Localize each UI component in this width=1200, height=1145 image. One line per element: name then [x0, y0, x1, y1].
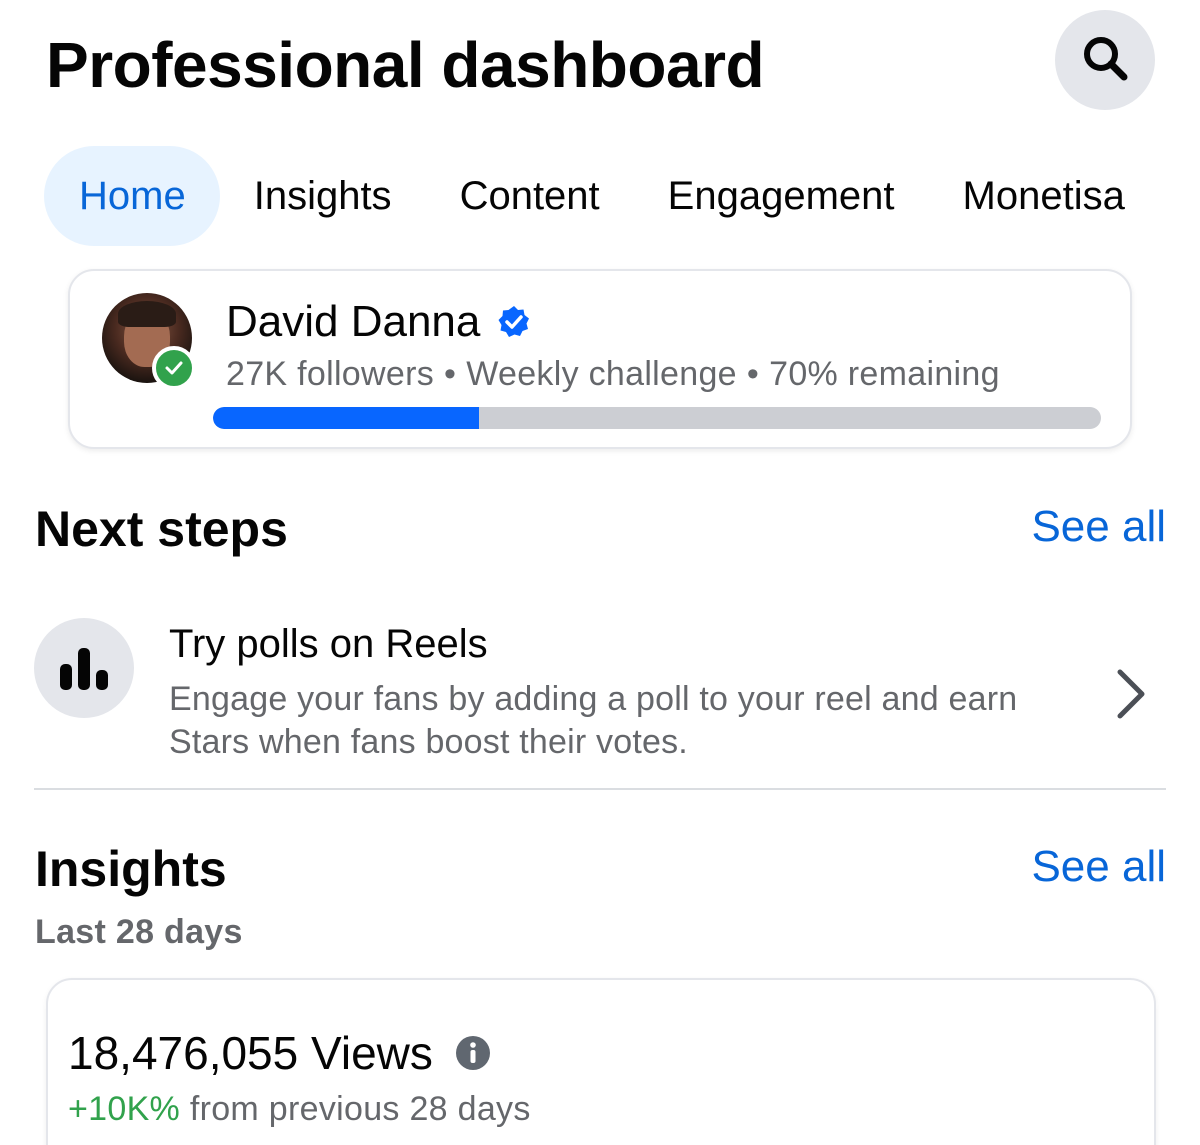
views-change-percent: +10K%: [68, 1090, 181, 1128]
profile-name: David Danna: [226, 297, 481, 346]
search-button[interactable]: [1055, 10, 1155, 110]
views-value: 18,476,055 Views: [68, 1027, 433, 1079]
views-change-text: from previous 28 days: [189, 1090, 531, 1128]
tab-engagement[interactable]: Engagement: [634, 146, 929, 246]
tab-home[interactable]: Home: [44, 146, 220, 246]
challenge-remaining: 70% remaining: [769, 355, 1000, 393]
next-step-description: Engage your fans by adding a poll to you…: [169, 680, 1018, 761]
chevron-right-icon[interactable]: [1114, 668, 1148, 725]
views-value-row: 18,476,055 Views: [68, 1026, 491, 1080]
challenge-progress-fill: [213, 407, 480, 429]
challenge-label: Weekly challenge: [466, 355, 737, 393]
bar-chart-icon: [34, 618, 134, 718]
insights-period: Last 28 days: [35, 913, 243, 951]
profile-meta: 27K followers • Weekly challenge • 70% remai…: [226, 355, 1000, 394]
tab-content[interactable]: Content: [426, 146, 634, 246]
verified-badge-icon: [496, 304, 532, 340]
avatar-hair: [118, 301, 176, 327]
next-steps-title: Next steps: [35, 501, 288, 557]
followers-count: 27K followers: [226, 355, 434, 393]
profile-card[interactable]: David Danna 27K followers • Weekly challen…: [68, 269, 1132, 449]
separator-dot: •: [444, 355, 457, 393]
views-card[interactable]: 18,476,055 Views +10K% from previous 28 …: [46, 978, 1156, 1145]
views-change: +10K% from previous 28 days: [68, 1090, 531, 1129]
insights-title: Insights: [35, 841, 227, 897]
next-steps-see-all-link[interactable]: See all: [1031, 502, 1166, 552]
tab-bar: Home Insights Content Engagement Monetis…: [44, 146, 1159, 246]
profile-name-row: David Danna: [226, 297, 532, 347]
online-check-icon: [152, 346, 196, 390]
next-step-item[interactable]: Try polls on Reels Engage your fans by a…: [34, 618, 1166, 788]
tab-monetisation[interactable]: Monetisa: [929, 146, 1159, 246]
tab-insights[interactable]: Insights: [220, 146, 426, 246]
info-icon[interactable]: [455, 1035, 491, 1071]
separator-dot: •: [746, 355, 760, 393]
challenge-progress-bar: [213, 407, 1101, 429]
divider: [34, 788, 1166, 790]
next-step-title: Try polls on Reels: [169, 622, 488, 666]
insights-see-all-link[interactable]: See all: [1031, 842, 1166, 892]
page-title: Professional dashboard: [46, 29, 765, 101]
search-icon: [1081, 34, 1129, 87]
